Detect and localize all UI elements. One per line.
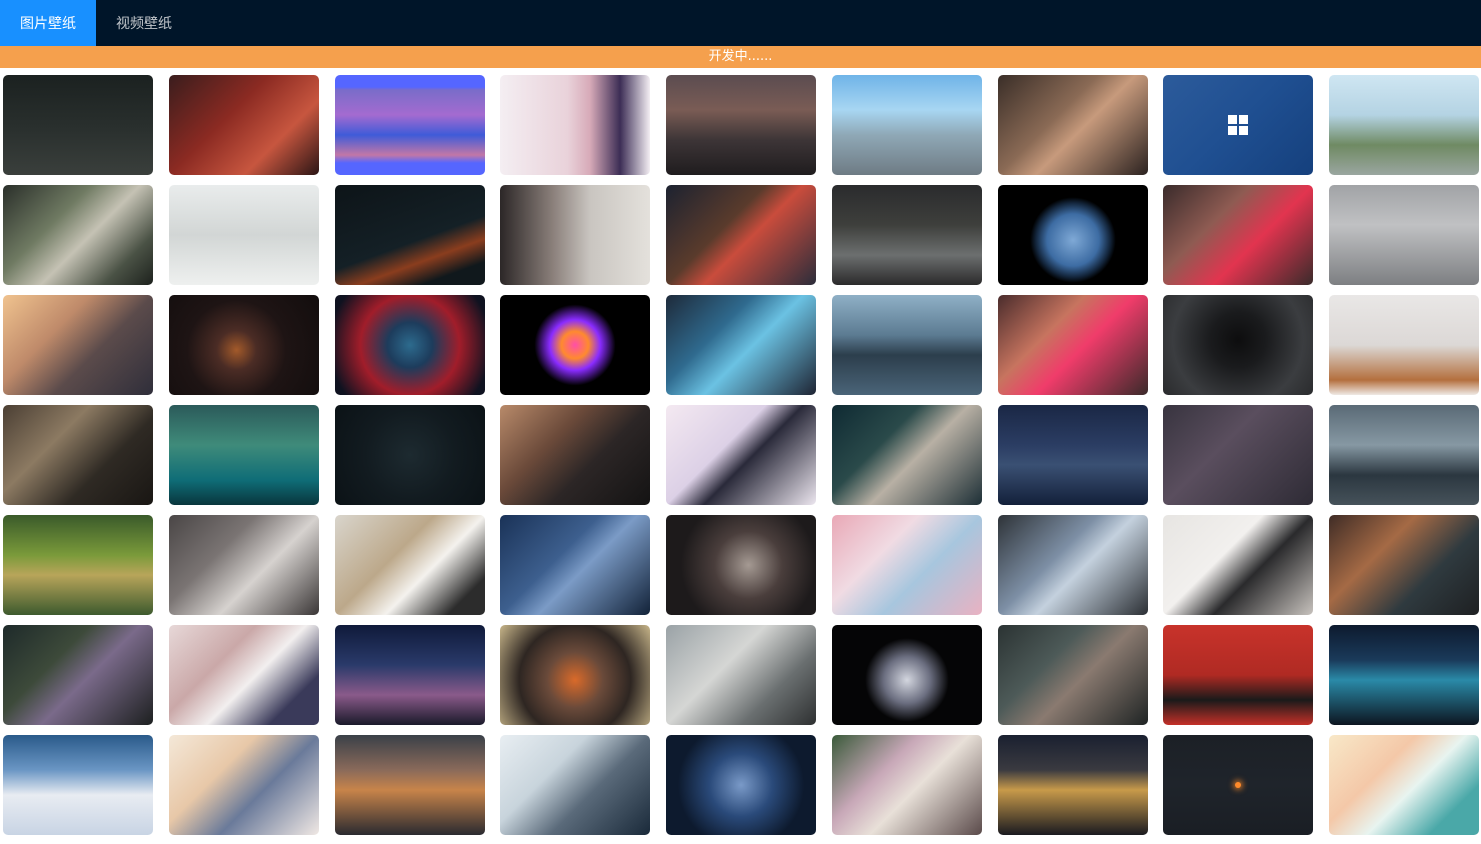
windows-logo-icon xyxy=(1228,115,1249,135)
wallpaper-thumbnail[interactable] xyxy=(831,735,982,835)
wallpaper-thumbnail[interactable] xyxy=(500,625,651,725)
wallpaper-thumbnail[interactable] xyxy=(3,405,153,505)
wallpaper-thumbnail[interactable] xyxy=(334,625,485,725)
wallpaper-thumbnail[interactable] xyxy=(3,185,153,285)
wallpaper-thumbnail[interactable] xyxy=(500,75,651,175)
wallpaper-thumbnail[interactable] xyxy=(831,625,982,725)
tab-video-wallpaper[interactable]: 视频壁纸 xyxy=(96,0,192,46)
wallpaper-thumbnail[interactable] xyxy=(1163,625,1314,725)
wallpaper-thumbnail[interactable] xyxy=(3,735,153,835)
wallpaper-thumbnail[interactable] xyxy=(1329,405,1479,505)
wallpaper-thumbnail[interactable] xyxy=(831,515,982,615)
wallpaper-thumbnail[interactable] xyxy=(168,515,319,615)
wallpaper-thumbnail[interactable] xyxy=(1329,185,1479,285)
wallpaper-thumbnail[interactable] xyxy=(666,295,816,395)
wallpaper-thumbnail[interactable] xyxy=(334,185,485,285)
wallpaper-thumbnail[interactable] xyxy=(1163,75,1314,175)
wallpaper-thumbnail[interactable] xyxy=(334,295,485,395)
wallpaper-thumbnail[interactable] xyxy=(666,405,816,505)
wallpaper-thumbnail[interactable] xyxy=(666,185,816,285)
wallpaper-grid xyxy=(3,75,1479,835)
wallpaper-thumbnail[interactable] xyxy=(997,185,1148,285)
wallpaper-thumbnail[interactable] xyxy=(500,735,651,835)
wallpaper-thumbnail[interactable] xyxy=(500,515,651,615)
glow-dot-icon xyxy=(1235,782,1242,788)
wallpaper-thumbnail[interactable] xyxy=(3,515,153,615)
wallpaper-thumbnail[interactable] xyxy=(997,515,1148,615)
wallpaper-thumbnail[interactable] xyxy=(997,405,1148,505)
wallpaper-thumbnail[interactable] xyxy=(997,625,1148,725)
wallpaper-thumbnail[interactable] xyxy=(831,295,982,395)
wallpaper-thumbnail[interactable] xyxy=(3,295,153,395)
wallpaper-thumbnail[interactable] xyxy=(334,735,485,835)
top-nav-bar: 图片壁纸 视频壁纸 xyxy=(0,0,1481,46)
wallpaper-thumbnail[interactable] xyxy=(666,625,816,725)
wallpaper-thumbnail[interactable] xyxy=(997,75,1148,175)
wallpaper-thumbnail[interactable] xyxy=(334,75,485,175)
wallpaper-thumbnail[interactable] xyxy=(1163,405,1314,505)
wallpaper-thumbnail[interactable] xyxy=(1329,75,1479,175)
wallpaper-thumbnail[interactable] xyxy=(168,295,319,395)
wallpaper-thumbnail[interactable] xyxy=(1163,515,1314,615)
wallpaper-thumbnail[interactable] xyxy=(1329,295,1479,395)
wallpaper-thumbnail[interactable] xyxy=(168,735,319,835)
wallpaper-thumbnail[interactable] xyxy=(334,405,485,505)
tab-image-wallpaper[interactable]: 图片壁纸 xyxy=(0,0,96,46)
wallpaper-thumbnail[interactable] xyxy=(1329,735,1479,835)
wallpaper-thumbnail[interactable] xyxy=(168,75,319,175)
wallpaper-thumbnail[interactable] xyxy=(1329,625,1479,725)
wallpaper-thumbnail[interactable] xyxy=(997,735,1148,835)
wallpaper-thumbnail[interactable] xyxy=(997,295,1148,395)
wallpaper-thumbnail[interactable] xyxy=(3,625,153,725)
wallpaper-thumbnail[interactable] xyxy=(1163,735,1314,835)
wallpaper-thumbnail[interactable] xyxy=(666,75,816,175)
wallpaper-thumbnail[interactable] xyxy=(334,515,485,615)
wallpaper-thumbnail[interactable] xyxy=(500,295,651,395)
wallpaper-thumbnail[interactable] xyxy=(500,185,651,285)
wallpaper-thumbnail[interactable] xyxy=(1329,515,1479,615)
wallpaper-thumbnail[interactable] xyxy=(831,185,982,285)
wallpaper-thumbnail[interactable] xyxy=(168,405,319,505)
wallpaper-thumbnail[interactable] xyxy=(1163,185,1314,285)
wallpaper-thumbnail[interactable] xyxy=(168,185,319,285)
wallpaper-thumbnail[interactable] xyxy=(831,405,982,505)
wallpaper-thumbnail[interactable] xyxy=(168,625,319,725)
wallpaper-thumbnail[interactable] xyxy=(500,405,651,505)
wallpaper-thumbnail[interactable] xyxy=(666,735,816,835)
development-notice-banner: 开发中...... xyxy=(0,46,1481,68)
wallpaper-thumbnail[interactable] xyxy=(831,75,982,175)
wallpaper-thumbnail[interactable] xyxy=(3,75,153,175)
wallpaper-thumbnail[interactable] xyxy=(666,515,816,615)
wallpaper-thumbnail[interactable] xyxy=(1163,295,1314,395)
